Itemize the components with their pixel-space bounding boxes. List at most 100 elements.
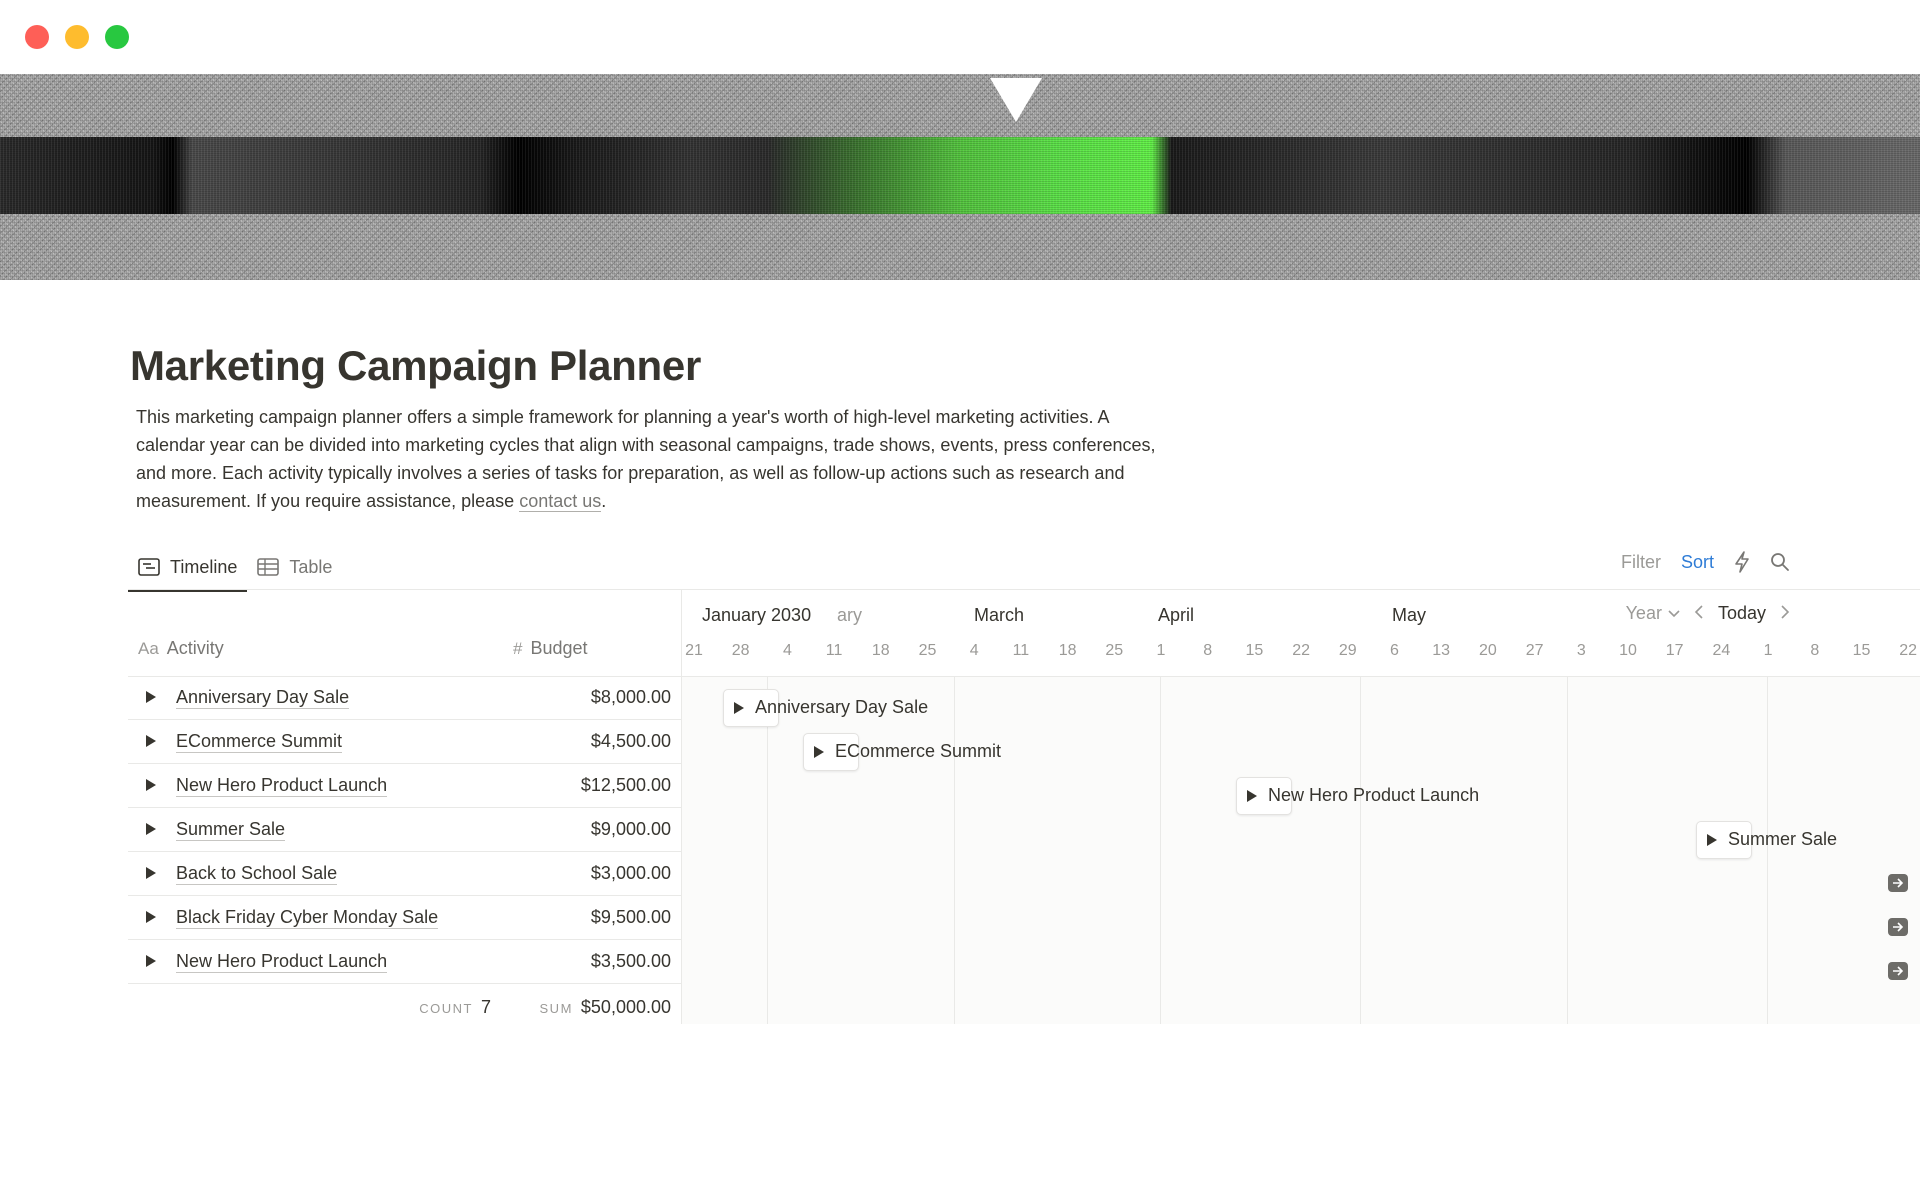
table-row[interactable]: New Hero Product Launch $3,500.00 bbox=[128, 940, 681, 984]
table-row[interactable]: Summer Sale $9,000.00 bbox=[128, 808, 681, 852]
sum-value: $50,000.00 bbox=[580, 997, 671, 1017]
view-tabs: Timeline Table bbox=[128, 545, 342, 592]
budget-value: $9,500.00 bbox=[590, 907, 671, 927]
budget-value: $12,500.00 bbox=[580, 775, 671, 795]
expand-toggle-icon[interactable] bbox=[144, 777, 158, 793]
expand-toggle-icon[interactable] bbox=[813, 745, 825, 764]
activity-name[interactable]: Black Friday Cyber Monday Sale bbox=[176, 906, 439, 929]
timeline-item-label: Summer Sale bbox=[1728, 829, 1838, 849]
timeline-day-label: 1 bbox=[1156, 642, 1166, 659]
timeline-day-label: 17 bbox=[1665, 642, 1684, 659]
sum-aggregate[interactable]: SUM $50,000.00 bbox=[540, 997, 671, 1018]
timeline-month-label: March bbox=[974, 605, 1025, 625]
number-property-icon: # bbox=[513, 638, 523, 658]
activity-name[interactable]: Back to School Sale bbox=[176, 862, 338, 885]
offscreen-arrow-icon[interactable] bbox=[1888, 962, 1908, 980]
page-title: Marketing Campaign Planner bbox=[130, 342, 701, 389]
activity-name[interactable]: Summer Sale bbox=[176, 818, 286, 841]
expand-toggle-icon[interactable] bbox=[144, 821, 158, 837]
year-label: Year bbox=[1625, 603, 1662, 623]
offscreen-arrow-icon[interactable] bbox=[1888, 918, 1908, 936]
timeline-day-label: 3 bbox=[1576, 642, 1586, 659]
timeline-day-label: 24 bbox=[1712, 642, 1731, 659]
table-row[interactable]: Anniversary Day Sale $8,000.00 bbox=[128, 676, 681, 720]
table-row[interactable]: Back to School Sale $3,000.00 bbox=[128, 852, 681, 896]
timeline-item-label: New Hero Product Launch bbox=[1268, 785, 1480, 805]
cover-band bbox=[0, 137, 1920, 214]
tab-table[interactable]: Table bbox=[247, 545, 342, 589]
expand-toggle-icon[interactable] bbox=[1246, 789, 1258, 808]
column-budget-label: Budget bbox=[530, 638, 588, 658]
year-scale-dropdown[interactable]: Year bbox=[1626, 603, 1680, 624]
expand-toggle-icon[interactable] bbox=[733, 701, 745, 720]
timeline-view: January 2030 ary March April May 21 28 4 11 18 25… bbox=[682, 590, 1920, 1024]
timeline-day-label: 8 bbox=[1203, 642, 1213, 659]
next-period-button[interactable] bbox=[1780, 603, 1790, 624]
expand-toggle-icon[interactable] bbox=[1706, 833, 1718, 852]
table-row[interactable]: ECommerce Summit $4,500.00 bbox=[128, 720, 681, 764]
count-aggregate[interactable]: COUNT 7 bbox=[419, 997, 491, 1018]
budget-value: $3,500.00 bbox=[590, 951, 671, 971]
tab-table-label: Table bbox=[289, 556, 333, 577]
timeline-month-label: ary bbox=[837, 605, 863, 625]
timeline-day-label: 18 bbox=[1058, 642, 1077, 659]
timeline-day-label: 15 bbox=[1245, 642, 1264, 659]
view-toolbar: Filter Sort bbox=[1621, 549, 1790, 575]
column-header-activity[interactable]: Aa Activity bbox=[138, 638, 224, 659]
activity-name[interactable]: ECommerce Summit bbox=[176, 730, 343, 753]
timeline-day-label: 4 bbox=[782, 642, 792, 659]
activity-table: Aa Activity # Budget Anniversary Day Sal… bbox=[128, 590, 682, 1024]
today-button[interactable]: Today bbox=[1718, 603, 1766, 624]
column-activity-label: Activity bbox=[166, 638, 224, 658]
lightning-icon[interactable] bbox=[1734, 551, 1750, 573]
search-icon[interactable] bbox=[1770, 552, 1790, 572]
timeline-month-label: January 2030 bbox=[702, 605, 812, 625]
expand-toggle-icon[interactable] bbox=[144, 689, 158, 705]
expand-toggle-icon[interactable] bbox=[144, 733, 158, 749]
timeline-nav: Year Today bbox=[1626, 603, 1790, 624]
window-titlebar bbox=[0, 0, 1920, 74]
sort-button[interactable]: Sort bbox=[1681, 552, 1714, 573]
activity-name[interactable]: Anniversary Day Sale bbox=[176, 686, 350, 709]
month-gridline bbox=[954, 677, 955, 1024]
timeline-day-label: 22 bbox=[1899, 642, 1918, 659]
month-gridline bbox=[1767, 677, 1768, 1024]
timeline-day-label: 10 bbox=[1619, 642, 1637, 659]
activity-name[interactable]: New Hero Product Launch bbox=[176, 950, 388, 973]
cover-image bbox=[0, 74, 1920, 280]
activity-name[interactable]: New Hero Product Launch bbox=[176, 774, 388, 797]
close-window-button[interactable] bbox=[25, 25, 49, 49]
previous-period-button[interactable] bbox=[1694, 603, 1704, 624]
timeline-day-label: 15 bbox=[1852, 642, 1871, 659]
table-row[interactable]: New Hero Product Launch $12,500.00 bbox=[128, 764, 681, 808]
month-gridline bbox=[767, 677, 768, 1024]
timeline-day-label: 25 bbox=[918, 642, 937, 659]
expand-toggle-icon[interactable] bbox=[144, 909, 158, 925]
offscreen-arrow-icon[interactable] bbox=[1888, 874, 1908, 892]
tab-timeline-label: Timeline bbox=[170, 556, 238, 577]
contact-us-link[interactable]: contact us bbox=[519, 491, 602, 512]
budget-value: $4,500.00 bbox=[590, 731, 671, 751]
budget-value: $8,000.00 bbox=[590, 687, 671, 707]
chevron-down-icon bbox=[1668, 609, 1680, 617]
zoom-window-button[interactable] bbox=[105, 25, 129, 49]
budget-value: $9,000.00 bbox=[590, 819, 671, 839]
column-header-budget[interactable]: # Budget bbox=[513, 638, 588, 659]
expand-toggle-icon[interactable] bbox=[144, 865, 158, 881]
text-property-icon: Aa bbox=[138, 638, 159, 658]
table-row[interactable]: Black Friday Cyber Monday Sale $9,500.00 bbox=[128, 896, 681, 940]
minimize-window-button[interactable] bbox=[65, 25, 89, 49]
timeline-day-label: 6 bbox=[1390, 642, 1399, 659]
tab-timeline[interactable]: Timeline bbox=[128, 545, 248, 592]
expand-toggle-icon[interactable] bbox=[144, 953, 158, 969]
chevron-right-icon bbox=[1781, 605, 1790, 619]
cover-triangle-shape bbox=[990, 78, 1042, 122]
timeline-item-label: Anniversary Day Sale bbox=[755, 697, 929, 717]
count-label: COUNT bbox=[419, 1001, 473, 1016]
timeline-day-label: 18 bbox=[871, 642, 890, 659]
description-text: This marketing campaign planner offers a… bbox=[136, 407, 1156, 511]
sum-label: SUM bbox=[539, 1001, 573, 1016]
filter-button[interactable]: Filter bbox=[1621, 552, 1661, 573]
timeline-day-label: 25 bbox=[1105, 642, 1124, 659]
budget-value: $3,000.00 bbox=[590, 863, 671, 883]
